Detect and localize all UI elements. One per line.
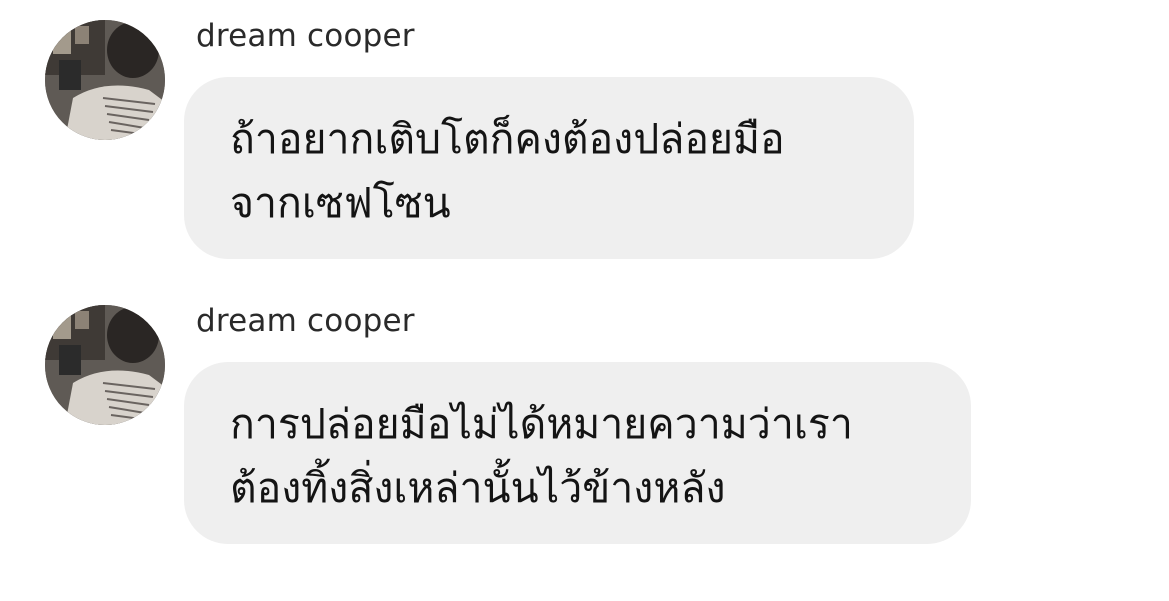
profile-photo-icon	[45, 305, 165, 425]
avatar[interactable]	[45, 20, 165, 140]
message-text-line: ต้องทิ้งสิ่งเหล่านั้นไว้ข้างหลัง	[230, 464, 726, 512]
avatar[interactable]	[45, 305, 165, 425]
sender-name: dream cooper	[196, 303, 415, 339]
message-text-line: ถ้าอยากเติบโตก็คงต้องปล่อยมือ	[230, 115, 785, 163]
message-text-line: จากเซฟโซน	[230, 179, 451, 227]
message-text-line: การปล่อยมือไม่ได้หมายความว่าเรา	[230, 400, 853, 448]
sender-name: dream cooper	[196, 18, 415, 54]
chat-thread: dream cooper ถ้าอยากเติบโตก็คงต้องปล่อยม…	[0, 0, 1169, 601]
message-bubble[interactable]: การปล่อยมือไม่ได้หมายความว่าเรา ต้องทิ้ง…	[184, 362, 971, 544]
message-bubble[interactable]: ถ้าอยากเติบโตก็คงต้องปล่อยมือ จากเซฟโซน	[184, 77, 914, 259]
profile-photo-icon	[45, 20, 165, 140]
